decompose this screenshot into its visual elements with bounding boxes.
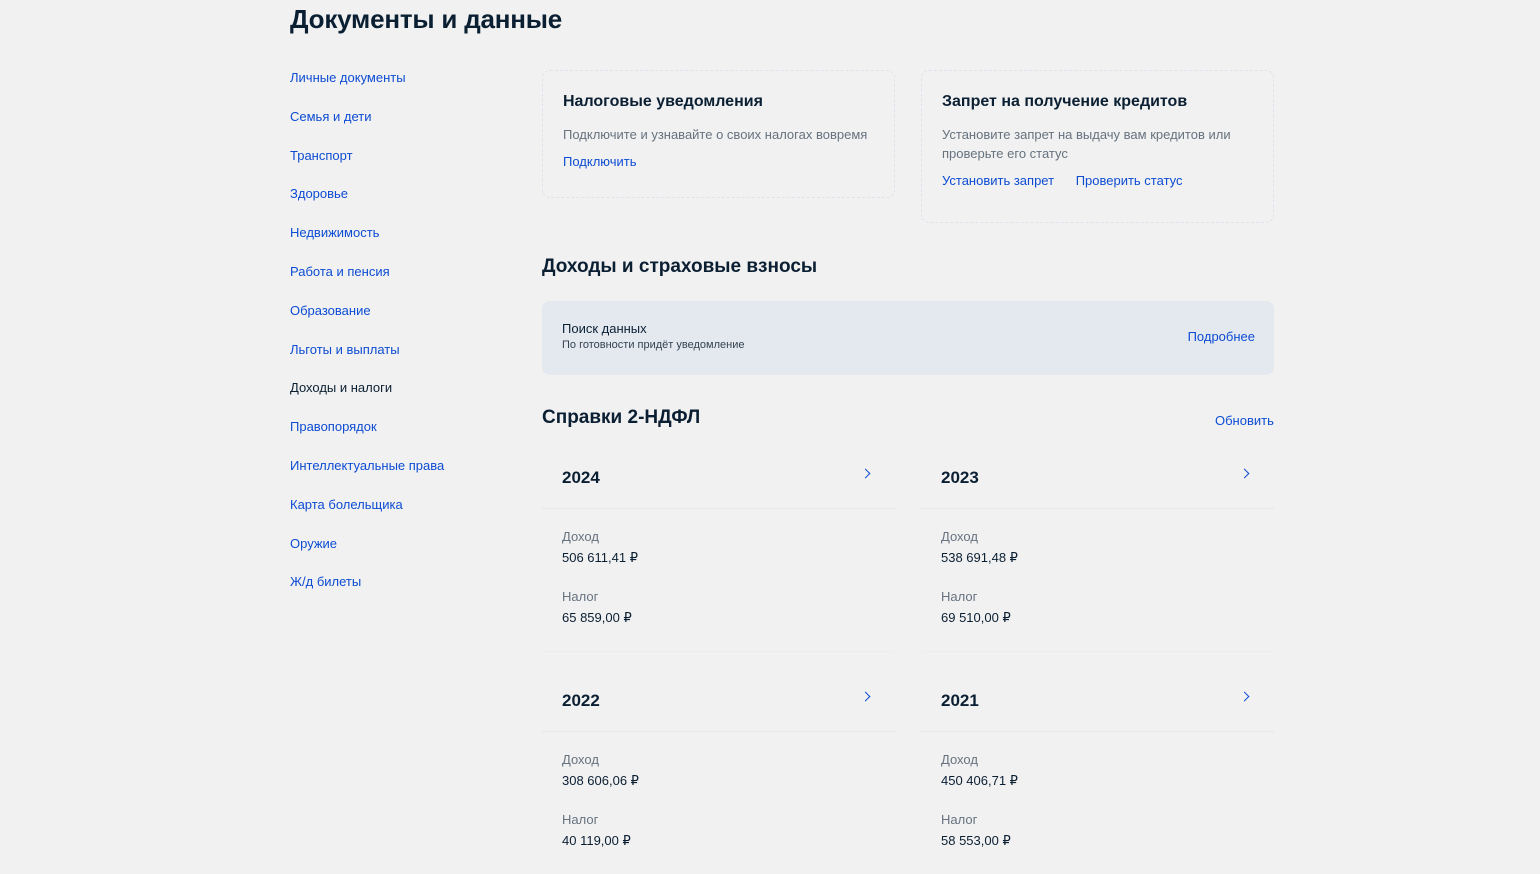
ndfl-card-2024: 2024 Доход 506 611,41 ₽ Налог 65 859,00 … [542,453,895,652]
tax-card-title: Налоговые уведомления [563,93,763,110]
income-label: Доход [562,752,599,767]
sidebar-item-benefits[interactable]: Льготы и выплаты [290,340,510,379]
ndfl-card-header[interactable]: 2024 [542,453,895,509]
income-value: 450 406,71 ₽ [941,773,1018,788]
sidebar-item-work-pension[interactable]: Работа и пенсия [290,262,510,301]
year-label: 2022 [562,691,600,710]
details-link[interactable]: Подробнее [1188,329,1255,344]
tax-value: 58 553,00 ₽ [941,833,1011,848]
ndfl-card-2021: 2021 Доход 450 406,71 ₽ Налог 58 553,00 … [921,676,1274,874]
income-label: Доход [941,752,978,767]
connect-link[interactable]: Подключить [563,154,637,169]
sidebar-nav: Личные документы Семья и дети Транспорт … [290,68,510,611]
sidebar-item-health[interactable]: Здоровье [290,184,510,223]
ndfl-section-title: Справки 2-НДФЛ [542,407,701,428]
data-search-panel: Поиск данных По готовности придёт уведом… [542,301,1274,375]
income-value: 506 611,41 ₽ [562,550,638,565]
ndfl-card-header[interactable]: 2021 [921,676,1274,732]
tax-label: Налог [941,589,978,604]
ndfl-card-2022: 2022 Доход 308 606,06 ₽ Налог 40 119,00 … [542,676,895,874]
data-search-subtitle: По готовности придёт уведомление [562,339,745,351]
income-section-title: Доходы и страховые взносы [542,256,818,277]
chevron-right-icon [860,691,871,702]
sidebar-item-intellectual-rights[interactable]: Интеллектуальные права [290,456,510,495]
sidebar-item-personal-docs[interactable]: Личные документы [290,68,510,107]
sidebar-item-family[interactable]: Семья и дети [290,107,510,146]
sidebar-item-real-estate[interactable]: Недвижимость [290,223,510,262]
credit-card-title: Запрет на получение кредитов [942,93,1188,110]
tax-value: 69 510,00 ₽ [941,610,1011,625]
ndfl-card-header[interactable]: 2023 [921,453,1274,509]
sidebar-item-law[interactable]: Правопорядок [290,417,510,456]
year-label: 2023 [941,468,979,487]
ndfl-card-header[interactable]: 2022 [542,676,895,732]
sidebar-item-train-tickets[interactable]: Ж/д билеты [290,572,510,611]
tax-notifications-card: Налоговые уведомления Подключите и узнав… [542,70,895,198]
chevron-right-icon [860,468,871,479]
data-search-title: Поиск данных [562,321,647,336]
tax-label: Налог [562,589,599,604]
credit-ban-card: Запрет на получение кредитов Установите … [921,70,1274,223]
income-value: 538 691,48 ₽ [941,550,1018,565]
chevron-right-icon [1239,468,1250,479]
tax-label: Налог [562,812,599,827]
sidebar-item-transport[interactable]: Транспорт [290,146,510,185]
tax-value: 40 119,00 ₽ [562,833,631,848]
tax-value: 65 859,00 ₽ [562,610,632,625]
page-title: Документы и данные [290,4,563,34]
sidebar-item-income-taxes[interactable]: Доходы и налоги [290,378,510,417]
set-ban-link[interactable]: Установить запрет [942,173,1054,188]
ndfl-card-2023: 2023 Доход 538 691,48 ₽ Налог 69 510,00 … [921,453,1274,652]
sidebar-item-weapons[interactable]: Оружие [290,534,510,573]
income-label: Доход [562,529,599,544]
tax-label: Налог [941,812,978,827]
check-status-link[interactable]: Проверить статус [1076,173,1183,188]
chevron-right-icon [1239,691,1250,702]
tax-card-description: Подключите и узнавайте о своих налогах в… [563,127,868,142]
year-label: 2024 [562,468,600,487]
sidebar-item-education[interactable]: Образование [290,301,510,340]
credit-card-description: Установите запрет на выдачу вам кредитов… [942,127,1231,161]
year-label: 2021 [941,691,979,710]
income-value: 308 606,06 ₽ [562,773,639,788]
refresh-link[interactable]: Обновить [1215,413,1274,428]
sidebar-item-fan-card[interactable]: Карта болельщика [290,495,510,534]
income-label: Доход [941,529,978,544]
